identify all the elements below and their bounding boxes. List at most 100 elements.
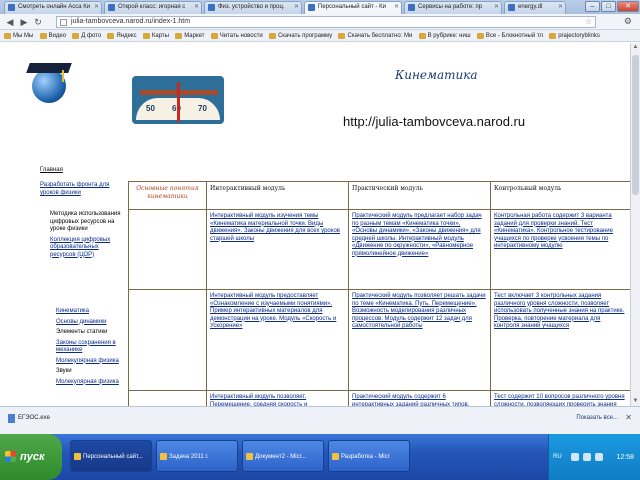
system-tray: RU 12:58 — [548, 434, 640, 480]
wrench-menu-icon[interactable]: ⚙ — [624, 16, 632, 27]
bookmark-item[interactable]: Видео — [39, 30, 66, 41]
close-tab-icon[interactable]: ✕ — [394, 2, 399, 13]
word-icon — [332, 453, 339, 460]
bookmark-item[interactable]: Карты — [142, 30, 169, 41]
close-tab-icon[interactable]: ✕ — [294, 2, 299, 13]
maximize-icon[interactable]: □ — [601, 1, 616, 12]
forward-arrow-icon[interactable]: ▶ — [18, 16, 30, 28]
close-shelf-icon[interactable]: ✕ — [625, 413, 632, 422]
table-cell — [128, 209, 207, 290]
favicon-icon — [8, 4, 15, 11]
tab-0[interactable]: Смотреть онлайн Асса Ки ✕ — [4, 1, 102, 14]
site-url: http://julia-tambovceva.narod.ru — [343, 114, 526, 129]
language-indicator[interactable]: RU — [553, 454, 562, 460]
taskbar-item[interactable]: Персональный сайт... — [70, 440, 152, 472]
favicon-icon — [208, 4, 215, 11]
download-item[interactable]: ЕГЭОС.exe — [8, 414, 50, 423]
bookmark-item[interactable]: Мы Мы — [4, 30, 33, 41]
sidebar-item[interactable]: Коллекция цифровых образовательных ресур… — [50, 237, 122, 260]
minimize-icon[interactable]: – — [585, 1, 600, 12]
tab-1[interactable]: Открой класс: игорная с ✕ — [104, 1, 202, 14]
show-all-downloads-link[interactable]: Показать все... — [576, 415, 618, 421]
table-cell — [128, 289, 207, 391]
cell-link[interactable]: Практический модуль позволяет решать зад… — [352, 293, 486, 329]
scroll-up-icon[interactable]: ▲ — [631, 43, 640, 52]
bookmark-item[interactable]: Скачать бесплатно: Ми — [338, 30, 412, 41]
table-header: Интерактивный модуль — [206, 181, 349, 210]
taskbar-item[interactable]: Документ2 - Micr... — [242, 440, 324, 472]
taskbar-item-label: Разработка - Micr — [341, 454, 390, 460]
sidebar-subitem-kinematics[interactable]: Кинематика — [56, 308, 122, 316]
cell-link[interactable]: Тест включает 3 контрольных задания разл… — [494, 293, 624, 329]
table-row: Интерактивный модуль позволяет. Перемеще… — [128, 390, 630, 406]
tab-5[interactable]: energy.dl ✕ — [504, 1, 566, 14]
sidebar-subitem[interactable]: Основы динамики — [56, 319, 122, 327]
bookmark-item[interactable]: Д фото — [72, 30, 101, 41]
taskbar-item[interactable]: Задача 2011 г. — [156, 440, 238, 472]
sidebar-subitem[interactable]: Молекулярная физика — [56, 379, 122, 387]
sidebar-link[interactable]: Разработать фронта для уроков физики — [40, 181, 120, 197]
table-cell: Контрольная работа содержит 3 варианта з… — [490, 209, 630, 290]
sidebar-home-link[interactable]: Главная — [40, 167, 63, 173]
bookmarks-bar: Мы Мы Видео Д фото Яндекс Карты Маркет Ч… — [0, 30, 640, 42]
close-tab-icon[interactable]: ✕ — [194, 2, 199, 13]
bookmark-star-icon[interactable]: ☆ — [585, 17, 592, 27]
table-header: Практический модуль — [348, 181, 491, 210]
folder-icon — [160, 453, 167, 460]
windows-logo-icon — [5, 451, 16, 462]
table-cell: Интерактивный модуль позволяет. Перемеще… — [206, 390, 349, 406]
graduation-cap-icon — [26, 63, 72, 73]
tab-3[interactable]: Персональный сайт - Ки ✕ — [304, 1, 402, 14]
gauge-number: 70 — [198, 104, 207, 113]
bookmark-item[interactable]: Все - Блокнотный тл — [476, 30, 543, 41]
table-cell: Практический модуль содержит 6 интеракти… — [348, 390, 491, 406]
tab-title: Открой класс: игорная с — [118, 4, 186, 10]
table-cell: Интерактивный модуль изучения темы «Кине… — [206, 209, 349, 290]
sidebar-subitem[interactable]: Законы сохранения в механике — [56, 340, 122, 355]
back-arrow-icon[interactable]: ◀ — [4, 16, 16, 28]
bookmark-item[interactable]: Читать новости — [210, 30, 263, 41]
cell-link[interactable]: Контрольная работа содержит 3 варианта з… — [494, 213, 613, 249]
gauge-number: 50 — [146, 104, 155, 113]
start-label: пуск — [20, 451, 45, 463]
taskbar-item[interactable]: Разработка - Micr — [328, 440, 410, 472]
bookmark-item[interactable]: Скачать программу — [268, 30, 332, 41]
cell-link[interactable]: Интерактивный модуль предоставляет «Озна… — [210, 293, 336, 329]
security-icon[interactable] — [595, 453, 603, 461]
cell-link[interactable]: Интерактивный модуль изучения темы «Кине… — [210, 213, 340, 242]
close-tab-icon[interactable]: ✕ — [558, 2, 563, 13]
sidebar-subitem[interactable]: Молекулярная физика — [56, 358, 122, 366]
address-text: julia-tambovceva.narod.ru/index-1.htm — [71, 18, 191, 25]
cell-link[interactable]: Практический модуль предлагает набор зад… — [352, 213, 482, 257]
cell-link[interactable]: Практический модуль содержит 6 интеракти… — [352, 394, 469, 406]
scroll-thumb[interactable] — [632, 55, 639, 195]
tab-2[interactable]: Физ. устройство и проц. ✕ — [204, 1, 302, 14]
close-tab-icon[interactable]: ✕ — [94, 2, 99, 13]
start-button[interactable]: пуск — [0, 434, 62, 480]
tab-4[interactable]: Сервисы на работе: пр ✕ — [404, 1, 502, 14]
address-bar[interactable]: julia-tambovceva.narod.ru/index-1.htm ☆ — [56, 16, 596, 28]
cell-link[interactable]: Интерактивный модуль позволяет. Перемеще… — [210, 394, 307, 406]
scroll-down-icon[interactable]: ▼ — [631, 397, 640, 406]
vertical-scrollbar[interactable]: ▲ ▼ — [630, 43, 640, 406]
sidebar-top: Разработать фронта для уроков физики — [40, 181, 120, 197]
reload-icon[interactable]: ↻ — [32, 16, 44, 28]
close-tab-icon[interactable]: ✕ — [494, 2, 499, 13]
bookmark-item[interactable]: В рубрике: ниш — [418, 30, 471, 41]
volume-icon[interactable] — [583, 453, 591, 461]
table-cell: Практический модуль предлагает набор зад… — [348, 209, 491, 290]
close-window-icon[interactable]: ✕ — [617, 1, 639, 12]
chrome-icon — [74, 453, 81, 460]
favicon-icon — [108, 4, 115, 11]
clock: 12:58 — [616, 454, 634, 461]
table-cell: Тест включает 3 контрольных задания разл… — [490, 289, 630, 391]
cell-link[interactable]: Тест содержит 10 вопросов различного уро… — [494, 394, 625, 406]
network-icon[interactable] — [571, 453, 579, 461]
bookmark-item[interactable]: Яндекс — [107, 30, 137, 41]
bookmark-item[interactable]: Маркет — [175, 30, 205, 41]
favicon-icon — [408, 4, 415, 11]
taskbar-item-label: Персональный сайт... — [83, 454, 144, 460]
bookmark-item[interactable]: prajectoryblinks — [549, 30, 600, 41]
word-icon — [246, 453, 253, 460]
table-row: Интерактивный модуль предоставляет «Озна… — [128, 289, 630, 391]
